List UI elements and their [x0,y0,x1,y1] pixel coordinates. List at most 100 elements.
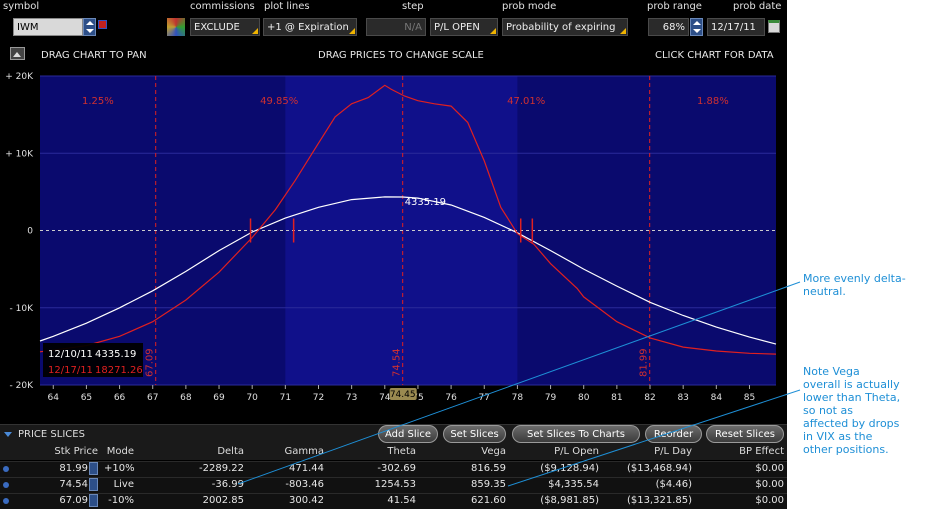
gamma-cell: -803.46 [285,479,324,490]
price-marker-label: 81.99 [639,348,650,377]
risk-profile-chart[interactable]: 1.25% 49.85% 47.01% 1.88% 67.09 74.54 81.99 4… [0,0,787,424]
theta-cell: 1254.53 [374,479,416,490]
col-delta: Delta [217,446,244,457]
pl-day-cell: ($13,468.94) [626,463,692,474]
stk-price-cell[interactable]: 81.99 [30,463,88,474]
set-slices-to-charts-button[interactable]: Set Slices To Charts [512,425,640,443]
note1-line1: More evenly delta- [803,272,906,285]
stk-price-cell[interactable]: 74.54 [30,479,88,490]
col-mode: Mode [106,446,134,457]
pl-open-cell: ($9,128.94) [540,463,599,474]
pl-day-cell: ($4.46) [655,479,692,490]
x-tick-label: 73 [346,393,357,403]
x-tick-label: 68 [180,393,192,403]
delta-cell: 2002.85 [202,495,244,506]
x-tick-label: 85 [744,393,755,403]
note2-line5: affected by drops [803,417,900,430]
theta-cell: -302.69 [377,463,416,474]
reset-slices-button[interactable]: Reset Slices [706,425,784,443]
y-tick-label: + 20K [5,72,34,82]
note2-line6: in VIX as the [803,430,873,443]
note2-line2: overall is actually [803,378,900,391]
pl-open-cell: ($8,981.85) [540,495,599,506]
theta-cell: 41.54 [387,495,416,506]
mode-cell: Live [113,479,134,490]
y-tick-label: - 20K [10,381,35,391]
x-tick-label: 65 [81,393,92,403]
col-pl-day: P/L Day [654,446,692,457]
x-tick-label: 64 [48,393,60,403]
col-pl-open: P/L Open [554,446,599,457]
bp-cell: $0.00 [755,495,784,506]
x-tick-label: 82 [644,393,655,403]
collapse-arrow-icon[interactable] [4,432,12,437]
bp-cell: $0.00 [755,463,784,474]
x-tick-label: 71 [280,393,291,403]
x-tick-label: 72 [313,393,324,403]
row-handle-icon[interactable] [3,482,9,488]
gamma-cell: 471.44 [289,463,324,474]
x-tick-label: 69 [213,393,225,403]
row-handle-icon[interactable] [3,498,9,504]
price-marker-label: 67.09 [145,348,156,377]
analyze-window: symbol commissions plot lines step prob … [0,0,787,509]
probability-label: 1.25% [82,96,114,107]
x-tick-label: 67 [147,393,158,403]
gamma-cell: 300.42 [289,495,324,506]
x-tick-label: 84 [711,393,723,403]
x-tick-label: 66 [114,393,126,403]
col-theta: Theta [387,446,416,457]
mode-cell: -10% [108,495,134,506]
curve-value-label: 4335.19 [405,197,446,208]
col-vega: Vega [481,446,506,457]
stk-price-spinner[interactable] [89,478,98,491]
vega-cell: 621.60 [471,495,506,506]
note2-line1: Note Vega [803,365,860,378]
col-stk-price: Stk Price [54,446,98,457]
current-price-axis-label: 74.45 [390,390,416,400]
price-marker-label: 74.54 [392,348,403,377]
x-tick-label: 83 [677,393,688,403]
x-tick-label: 78 [512,393,524,403]
note2-line4: so not as [803,404,853,417]
legend-date: 12/17/11 [48,365,93,376]
add-slice-button[interactable]: Add Slice [378,425,438,443]
delta-cell: -2289.22 [199,463,244,474]
pl-open-cell: $4,335.54 [548,479,599,490]
x-tick-label: 77 [479,393,490,403]
x-tick-label: 70 [246,393,258,403]
annotation-vega-note: Note Vega overall is actually lower than… [803,365,900,456]
reorder-button[interactable]: Reorder [645,425,702,443]
col-bp-effect: BP Effect [739,446,784,457]
y-tick-label: 0 [27,227,33,237]
row-handle-icon[interactable] [3,466,9,472]
legend-date: 12/10/11 [48,349,93,360]
bp-cell: $0.00 [755,479,784,490]
note2-line3: lower than Theta, [803,391,901,404]
x-tick-label: 79 [545,393,557,403]
annotation-delta-neutral: More evenly delta- neutral. [803,272,906,298]
delta-cell: -36.99 [211,479,244,490]
y-tick-label: + 10K [5,149,34,159]
price-slices-title: PRICE SLICES [18,429,85,440]
x-tick-label: 80 [578,393,590,403]
legend-value: 4335.19 [95,349,136,360]
note2-line7: other positions. [803,443,889,456]
col-gamma: Gamma [284,446,325,457]
probability-label: 1.88% [697,96,729,107]
x-tick-label: 76 [445,393,457,403]
legend-value: 18271.26 [95,365,143,376]
probability-label: 47.01% [507,96,545,107]
stk-price-spinner[interactable] [89,494,98,507]
stk-price-cell[interactable]: 67.09 [30,495,88,506]
note1-line2: neutral. [803,285,846,298]
vega-cell: 816.59 [471,463,506,474]
mode-cell: +10% [104,463,135,474]
x-tick-label: 81 [611,393,622,403]
y-tick-label: - 10K [10,304,35,314]
probability-label: 49.85% [260,96,298,107]
set-slices-button[interactable]: Set Slices [443,425,506,443]
stk-price-spinner[interactable] [89,462,98,475]
pl-day-cell: ($13,321.85) [626,495,692,506]
vega-cell: 859.35 [471,479,506,490]
